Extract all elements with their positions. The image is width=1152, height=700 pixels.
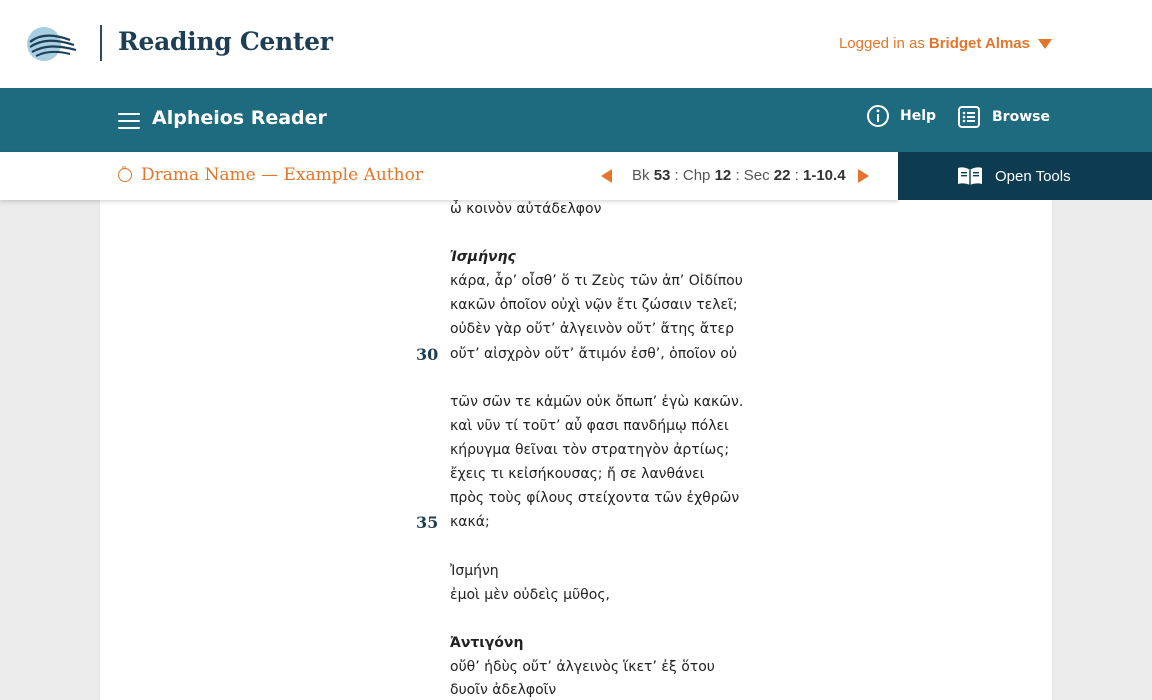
- line-number: 30: [416, 345, 439, 364]
- text-line: ἔχεις τι κεἰσήκουσας; ἤ σε λανθάνει: [450, 466, 705, 482]
- citation-bar: Drama Name — Example Author Bk 53 : Chp …: [0, 152, 898, 200]
- list-icon: [958, 106, 980, 128]
- chapter-number: 12: [714, 167, 732, 184]
- text-line: οὔθ’ ἡδὺς οὔτ’ ἀλγεινὸς ἵκετ’ ἐξ ὅτου: [450, 659, 715, 675]
- book-number: 53: [653, 167, 671, 184]
- speaker-name: Ἰσμήνης: [450, 249, 516, 265]
- chapter-label: : Chp: [674, 167, 711, 184]
- citation-reference[interactable]: Bk 53 : Chp 12 : Sec 22 : 1-10.4: [632, 167, 846, 184]
- speaker-name: Ἀντιγόνη: [450, 635, 524, 651]
- open-tools-label: Open Tools: [995, 167, 1071, 185]
- text-line: κήρυγμα θεῖναι τὸν στρατηγὸν ἀρτίως;: [450, 442, 730, 458]
- open-book-icon: [958, 167, 982, 185]
- text-line: κακά;: [450, 514, 490, 530]
- work-title-link[interactable]: Drama Name — Example Author: [118, 164, 423, 185]
- brand-divider: [100, 25, 102, 61]
- text-line: ὦ κοινὸν αὐτάδελφον: [450, 201, 602, 217]
- open-tools-button[interactable]: Open Tools: [898, 152, 1152, 200]
- browse-button[interactable]: Browse: [956, 104, 1050, 130]
- caret-down-icon[interactable]: [1038, 38, 1052, 49]
- text-line: οὔτ’ αἰσχρὸν οὔτ’ ἄτιμόν ἐσθ’, ὁποῖον οὐ: [450, 346, 737, 362]
- alpheios-logo-icon[interactable]: [26, 26, 78, 62]
- previous-passage-arrow-icon[interactable]: [601, 169, 612, 183]
- site-brand[interactable]: Reading Center: [118, 27, 333, 56]
- text-line: κάρα, ἆρ’ οἶσθ’ ὅ τι Ζεὺς τῶν ἀπ’ Οἰδίπο…: [450, 273, 743, 289]
- text-line: κακῶν ὁποῖον οὐχὶ νῷν ἔτι ζώσαιν τελεῖ;: [450, 297, 738, 313]
- info-icon: [867, 105, 889, 127]
- text-line: καὶ νῦν τί τοῦτ’ αὖ φασι πανδήμῳ πόλει: [450, 418, 729, 434]
- next-passage-arrow-icon[interactable]: [858, 169, 869, 183]
- speaker-name: Ἰσμήνη: [450, 563, 499, 579]
- user-name[interactable]: Bridget Almas: [929, 35, 1030, 52]
- text-line: πρὸς τοὺς φίλους στείχοντα τῶν ἐχθρῶν: [450, 490, 740, 506]
- help-label: Help: [900, 108, 937, 124]
- logged-in-label: Logged in as: [838, 35, 925, 52]
- line-range: 1-10.4: [803, 167, 846, 184]
- work-title: Drama Name — Example Author: [141, 165, 423, 185]
- section-number: 22: [773, 167, 791, 184]
- text-line: δυοῖν ἀδελφοῖν: [450, 682, 557, 698]
- browse-label: Browse: [992, 109, 1050, 125]
- book-label: Bk: [632, 167, 650, 184]
- text-line: τῶν σῶν τε κἀμῶν οὐκ ὄπωπ’ ἐγὼ κακῶν.: [450, 394, 744, 410]
- top-header: Reading Center Logged in as Bridget Alma…: [0, 0, 1152, 88]
- main-navbar: Alpheios Reader Help Browse: [0, 88, 1152, 152]
- range-separator: :: [794, 167, 799, 184]
- user-menu[interactable]: Logged in as Bridget Almas: [839, 35, 1052, 52]
- section-label: : Sec: [735, 167, 770, 184]
- reader-panel: ὦ κοινὸν αὐτάδελφον Ἰσμήνης κάρα, ἆρ’ οἶ…: [100, 200, 1052, 700]
- app-title: Alpheios Reader: [152, 107, 327, 129]
- line-number: 35: [416, 513, 439, 532]
- text-line: οὐδὲν γὰρ οὔτ’ ἀλγεινὸν οὔτ’ ἄτης ἄτερ: [450, 321, 734, 337]
- help-button[interactable]: Help: [866, 104, 936, 128]
- quote-icon: [118, 164, 132, 182]
- text-line: ἐμοὶ μὲν οὐδεὶς μῦθος,: [450, 587, 610, 603]
- hamburger-menu-icon[interactable]: [118, 113, 140, 129]
